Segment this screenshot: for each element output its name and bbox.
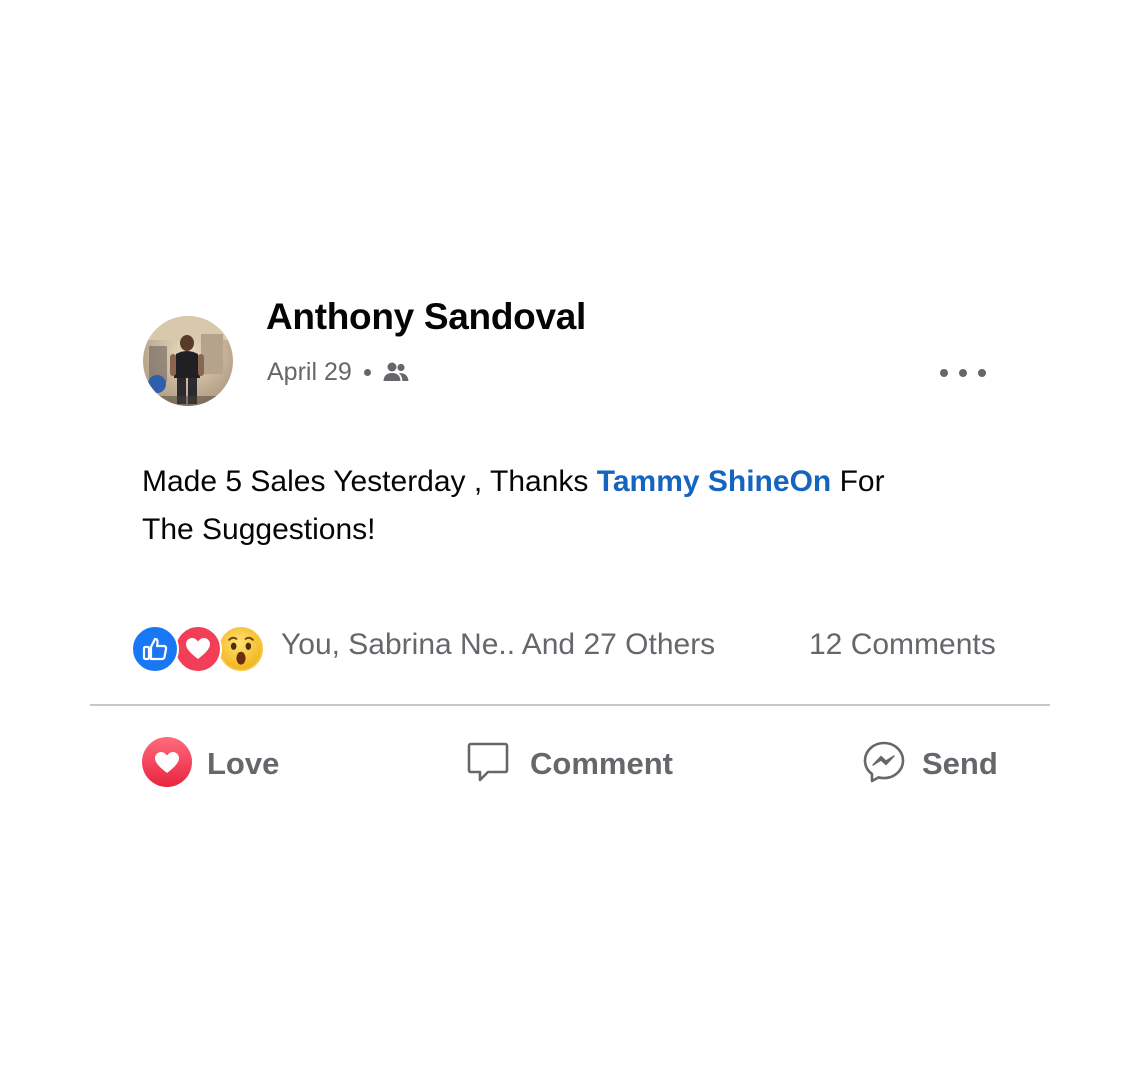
post-meta: April 29 xyxy=(267,356,409,388)
send-button[interactable]: Send xyxy=(862,737,998,791)
comment-button[interactable]: Comment xyxy=(466,737,673,791)
comments-count[interactable]: 12 Comments xyxy=(809,628,996,662)
author-name[interactable]: Anthony Sandoval xyxy=(266,296,586,338)
send-label: Send xyxy=(922,746,998,781)
messenger-icon xyxy=(862,740,906,789)
reaction-icons[interactable] xyxy=(131,624,265,674)
post-text-before: Made 5 Sales Yesterday , Thanks xyxy=(142,465,597,498)
separator-dot xyxy=(363,368,371,376)
wow-icon xyxy=(217,625,265,673)
post-date[interactable]: April 29 xyxy=(267,358,352,387)
more-dot xyxy=(978,369,986,377)
mention-link[interactable]: Tammy ShineOn xyxy=(597,465,832,498)
author-avatar[interactable] xyxy=(143,316,233,406)
facebook-post-card: Anthony Sandoval April 29 Made 5 Sales Y… xyxy=(0,0,1133,1080)
reactors-summary[interactable]: You, Sabrina Ne.. And 27 Others xyxy=(281,628,715,662)
love-icon xyxy=(141,736,193,793)
friends-icon[interactable] xyxy=(383,361,409,383)
more-dot xyxy=(940,369,948,377)
more-options-icon[interactable] xyxy=(935,360,991,386)
more-dot xyxy=(959,369,967,377)
love-button[interactable]: Love xyxy=(141,736,280,793)
post-text: Made 5 Sales Yesterday , Thanks Tammy Sh… xyxy=(142,458,942,554)
divider xyxy=(90,704,1050,706)
love-label: Love xyxy=(207,746,280,781)
comment-icon xyxy=(466,740,510,789)
love-icon xyxy=(174,625,222,673)
like-icon xyxy=(131,625,179,673)
comment-label: Comment xyxy=(530,746,673,781)
